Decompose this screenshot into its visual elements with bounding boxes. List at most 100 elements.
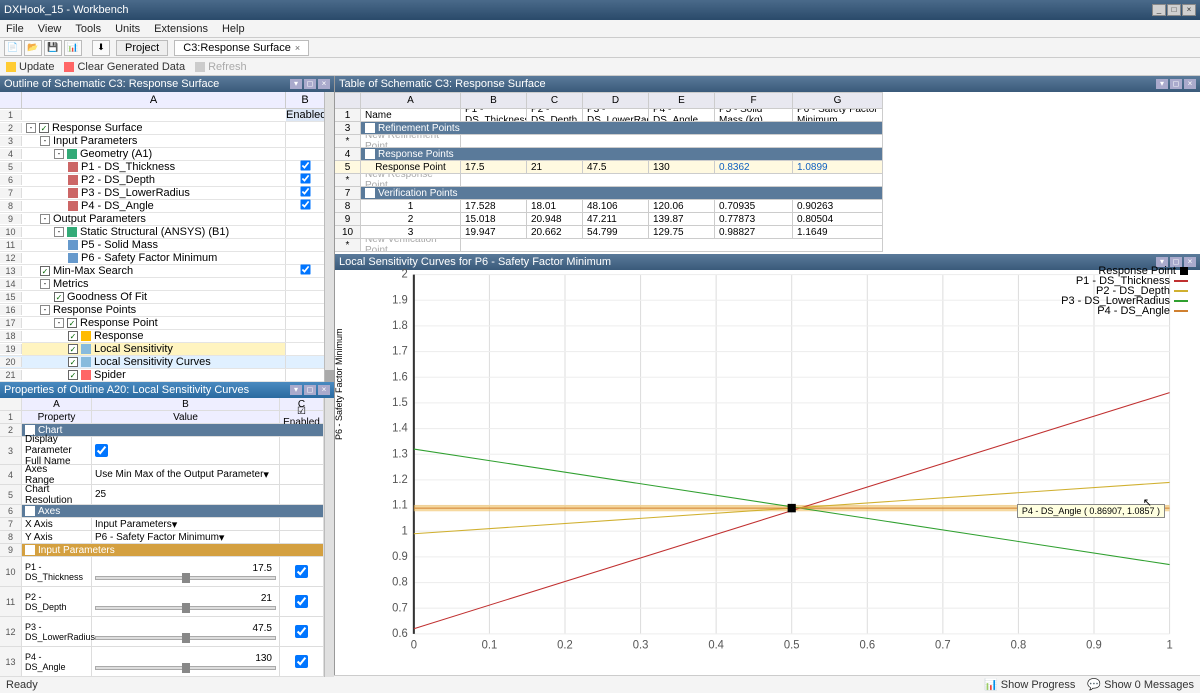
slider[interactable] <box>95 606 276 610</box>
outline-row-13[interactable]: 13✓Min-Max Search <box>0 265 324 278</box>
outline-row-21[interactable]: 21✓Spider <box>0 369 324 382</box>
outline-row-4[interactable]: 4-Geometry (A1) <box>0 148 324 161</box>
refresh-button[interactable]: Refresh <box>195 61 247 73</box>
dropdown-icon[interactable]: ▾ <box>172 518 178 531</box>
update-button[interactable]: Update <box>6 61 54 73</box>
enabled-checkbox[interactable] <box>300 264 310 274</box>
pane-min-icon[interactable]: ▾ <box>290 79 302 89</box>
menu-units[interactable]: Units <box>115 23 140 35</box>
outline-row-3[interactable]: 3-Input Parameters <box>0 135 324 148</box>
expand-icon[interactable]: - <box>40 279 50 289</box>
item-icon <box>67 227 77 237</box>
title-bar: DXHook_15 - Workbench _ □ × <box>0 0 1200 20</box>
outline-sub-hdr: 1 Enabled <box>0 109 324 122</box>
pane-pin-icon[interactable]: ◻ <box>1170 79 1182 89</box>
prop-row: 3DisplayParameterFull Name <box>0 437 324 465</box>
outline-row-15[interactable]: 15✓Goodness Of Fit <box>0 291 324 304</box>
display-checkbox[interactable] <box>95 444 108 457</box>
save-icon[interactable]: 💾 <box>44 40 62 56</box>
maximize-icon[interactable]: □ <box>1167 4 1181 16</box>
refresh-icon[interactable]: 📊 <box>64 40 82 56</box>
tab-close-icon[interactable]: × <box>295 43 300 53</box>
check-icon[interactable]: ✓ <box>68 370 78 380</box>
param-checkbox[interactable] <box>295 625 308 638</box>
open-icon[interactable]: 📂 <box>24 40 42 56</box>
pane-pin-icon[interactable]: ◻ <box>304 79 316 89</box>
clear-button[interactable]: Clear Generated Data <box>64 61 185 73</box>
pane-min-icon[interactable]: ▾ <box>290 385 302 395</box>
outline-row-10[interactable]: 10-Static Structural (ANSYS) (B1) <box>0 226 324 239</box>
pane-pin-icon[interactable]: ◻ <box>304 385 316 395</box>
tab-project[interactable]: Project <box>116 40 168 56</box>
minimize-icon[interactable]: _ <box>1152 4 1166 16</box>
menu-view[interactable]: View <box>38 23 62 35</box>
outline-row-9[interactable]: 9-Output Parameters <box>0 213 324 226</box>
expand-icon[interactable]: - <box>54 227 64 237</box>
show-progress-button[interactable]: 📊 Show Progress <box>984 678 1075 691</box>
item-icon <box>68 175 78 185</box>
menu-file[interactable]: File <box>6 23 24 35</box>
enabled-checkbox[interactable] <box>300 173 310 183</box>
enabled-checkbox[interactable] <box>300 160 310 170</box>
check-icon[interactable]: ✓ <box>68 331 78 341</box>
outline-row-8[interactable]: 8P4 - DS_Angle <box>0 200 324 213</box>
param-checkbox[interactable] <box>295 595 308 608</box>
outline-row-18[interactable]: 18✓Response <box>0 330 324 343</box>
props-scrollbar[interactable] <box>324 398 334 677</box>
check-icon[interactable]: ✓ <box>40 266 50 276</box>
outline-row-7[interactable]: 7P3 - DS_LowerRadius <box>0 187 324 200</box>
svg-text:0.2: 0.2 <box>557 640 573 652</box>
prop-row: 1PropertyValue☑ Enabled <box>0 411 324 424</box>
slider[interactable] <box>95 666 276 670</box>
outline-row-14[interactable]: 14-Metrics <box>0 278 324 291</box>
pane-close-icon[interactable]: × <box>1184 79 1196 89</box>
check-icon[interactable]: ✓ <box>54 292 64 302</box>
outline-row-20[interactable]: 20✓Local Sensitivity Curves <box>0 356 324 369</box>
show-messages-button[interactable]: 💬 Show 0 Messages <box>1087 678 1194 691</box>
chart-legend: Response PointP1 - DS_ThicknessP2 - DS_D… <box>1061 266 1188 316</box>
expand-icon[interactable]: - <box>40 214 50 224</box>
pane-close-icon[interactable]: × <box>318 79 330 89</box>
prop-row: 8Y AxisP6 - Safety Factor Minimum ▾ <box>0 531 324 544</box>
dropdown-icon[interactable]: ▾ <box>219 531 225 544</box>
check-icon[interactable]: ✓ <box>68 344 78 354</box>
expand-icon[interactable]: - <box>54 149 64 159</box>
outline-row-16[interactable]: 16-Response Points <box>0 304 324 317</box>
svg-text:0: 0 <box>411 640 417 652</box>
check-icon[interactable]: ✓ <box>39 123 49 133</box>
outline-row-6[interactable]: 6P2 - DS_Depth <box>0 174 324 187</box>
new-icon[interactable]: 📄 <box>4 40 22 56</box>
outline-scrollbar[interactable] <box>324 92 334 382</box>
menu-tools[interactable]: Tools <box>75 23 101 35</box>
enabled-checkbox[interactable] <box>300 186 310 196</box>
slider[interactable] <box>95 636 276 640</box>
chart-area[interactable]: 00.10.20.30.40.50.60.70.80.910.60.70.80.… <box>373 264 1190 655</box>
close-icon[interactable]: × <box>1182 4 1196 16</box>
menu-extensions[interactable]: Extensions <box>154 23 208 35</box>
expand-icon[interactable]: - <box>26 123 36 133</box>
menu-help[interactable]: Help <box>222 23 245 35</box>
check-icon[interactable]: ✓ <box>67 318 77 328</box>
svg-text:0.8: 0.8 <box>1011 640 1027 652</box>
svg-text:0.9: 0.9 <box>1086 640 1102 652</box>
import-icon[interactable]: ⬇ <box>92 40 110 56</box>
outline-row-12[interactable]: 12P6 - Safety Factor Minimum <box>0 252 324 265</box>
outline-row-2[interactable]: 2-✓Response Surface <box>0 122 324 135</box>
slider[interactable] <box>95 576 276 580</box>
check-icon[interactable]: ✓ <box>68 357 78 367</box>
expand-icon[interactable]: - <box>40 136 50 146</box>
outline-row-19[interactable]: 19✓Local Sensitivity <box>0 343 324 356</box>
dropdown-icon[interactable]: ▾ <box>263 468 269 481</box>
outline-row-17[interactable]: 17-✓Response Point <box>0 317 324 330</box>
pane-close-icon[interactable]: × <box>318 385 330 395</box>
enabled-checkbox[interactable] <box>300 199 310 209</box>
param-checkbox[interactable] <box>295 655 308 668</box>
tab-response-surface[interactable]: C3:Response Surface× <box>174 40 309 56</box>
outline-row-5[interactable]: 5P1 - DS_Thickness <box>0 161 324 174</box>
outline-row-11[interactable]: 11P5 - Solid Mass <box>0 239 324 252</box>
pane-min-icon[interactable]: ▾ <box>1156 79 1168 89</box>
svg-text:1.9: 1.9 <box>392 294 408 306</box>
expand-icon[interactable]: - <box>40 305 50 315</box>
param-checkbox[interactable] <box>295 565 308 578</box>
expand-icon[interactable]: - <box>54 318 64 328</box>
